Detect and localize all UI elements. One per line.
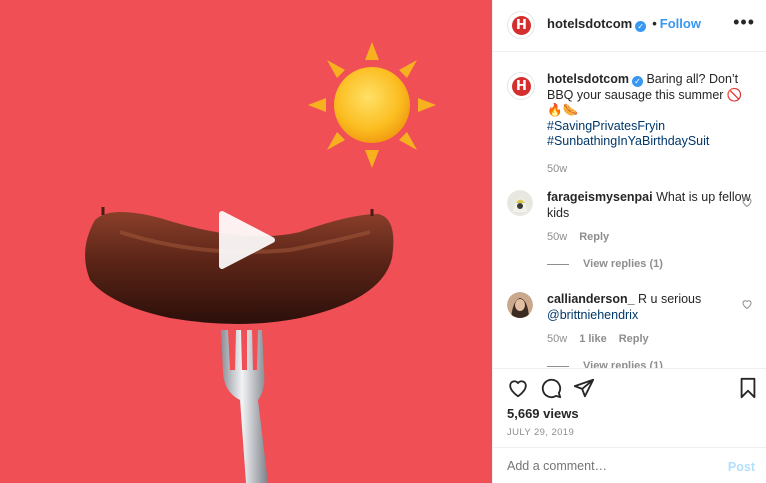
comment-body: callianderson_ R u serious @brittniehend…: [547, 292, 752, 348]
view-replies-label: View replies (1): [583, 360, 663, 368]
avatar[interactable]: [507, 292, 533, 318]
avatar[interactable]: H: [507, 11, 535, 39]
sun-emoji: [308, 42, 436, 168]
comment-text: R u serious: [638, 292, 702, 306]
hashtag-link[interactable]: #SunbathingInYaBirthdaySuit: [547, 134, 709, 148]
verified-badge-icon: ✓: [631, 76, 643, 87]
header-username-row: hotelsdotcom ✓ • Follow: [547, 16, 701, 32]
heart-icon[interactable]: [507, 377, 529, 399]
like-comment-icon[interactable]: [741, 196, 753, 208]
caption-time[interactable]: 50w: [547, 163, 567, 175]
reply-button[interactable]: Reply: [579, 231, 609, 243]
hashtag-link[interactable]: #SavingPrivatesFryin: [547, 119, 665, 133]
comment-meta: 50w Reply: [547, 230, 752, 246]
comment-username[interactable]: farageismysenpai: [547, 190, 653, 204]
post-sidebar: H hotelsdotcom ✓ • Follow ••• H hotelsdotco…: [492, 0, 766, 483]
view-replies-button[interactable]: View replies (1): [547, 258, 663, 270]
replies-divider: [547, 365, 569, 367]
comment-username[interactable]: callianderson_: [547, 292, 635, 306]
post-header: H hotelsdotcom ✓ • Follow •••: [493, 0, 766, 52]
header-username[interactable]: hotelsdotcom: [547, 16, 632, 31]
like-comment-icon[interactable]: [741, 298, 753, 310]
fork-image: [221, 330, 268, 483]
post-date[interactable]: JULY 29, 2019: [507, 427, 574, 438]
mention-link[interactable]: @brittniehendrix: [547, 308, 638, 322]
reply-button[interactable]: Reply: [619, 333, 649, 345]
comment-input[interactable]: [507, 459, 707, 473]
bookmark-icon[interactable]: [738, 377, 758, 399]
views-count[interactable]: 5,669 views: [507, 406, 579, 421]
share-icon[interactable]: [573, 377, 595, 399]
comments-section[interactable]: H hotelsdotcom ✓ Baring all? Don’t BBQ yo…: [493, 52, 766, 368]
comment-icon[interactable]: [540, 377, 562, 399]
replies-divider: [547, 263, 569, 265]
comment-time[interactable]: 50w: [547, 231, 567, 243]
add-comment-bar: Post: [493, 447, 766, 483]
separator-dot: •: [652, 16, 657, 31]
caption-meta: 50w: [547, 162, 752, 178]
post-media[interactable]: [0, 0, 492, 483]
media-illustration: [85, 42, 436, 483]
hotels-logo-icon: H: [512, 16, 531, 35]
hotels-logo-icon: H: [512, 77, 531, 96]
view-replies-label: View replies (1): [583, 258, 663, 270]
avatar[interactable]: H: [507, 72, 535, 100]
comment-meta: 50w 1 like Reply: [547, 332, 752, 348]
likes-count[interactable]: 1 like: [579, 333, 607, 345]
comment-body: farageismysenpai What is up fellow kids …: [547, 190, 752, 246]
verified-badge-icon: ✓: [635, 21, 647, 32]
caption-username[interactable]: hotelsdotcom: [547, 72, 629, 86]
view-replies-button[interactable]: View replies (1): [547, 360, 663, 368]
caption-body: hotelsdotcom ✓ Baring all? Don’t BBQ your…: [547, 72, 752, 177]
more-options-icon[interactable]: •••: [733, 12, 755, 33]
avatar[interactable]: [507, 190, 533, 216]
post-actions: 5,669 views JULY 29, 2019 Post: [493, 368, 766, 483]
comment-time[interactable]: 50w: [547, 333, 567, 345]
follow-button[interactable]: Follow: [660, 16, 701, 31]
post-button[interactable]: Post: [728, 460, 755, 474]
